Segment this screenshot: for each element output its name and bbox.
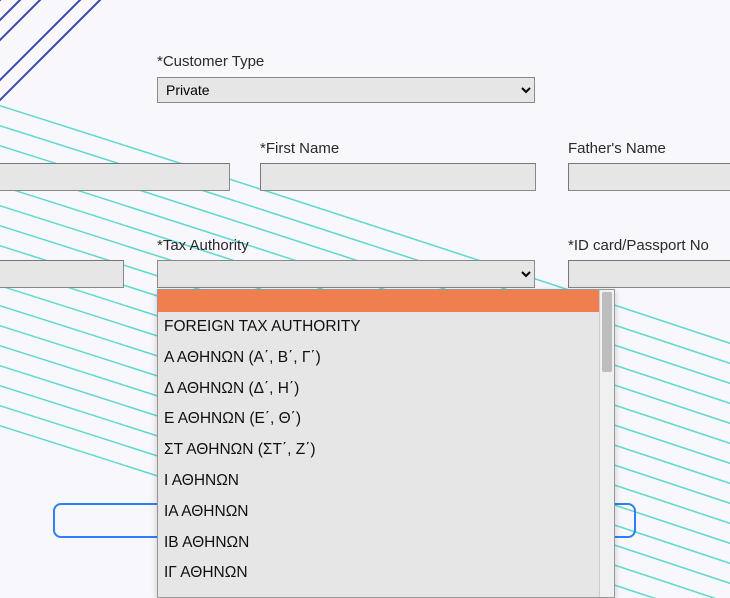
tax-authority-option[interactable]: ΙΑ ΑΘΗΝΩΝ: [158, 497, 614, 528]
fathers-name-input[interactable]: [568, 163, 730, 191]
id-passport-input[interactable]: [568, 260, 730, 288]
tax-authority-select[interactable]: [157, 260, 535, 288]
tax-authority-option[interactable]: Ι ΑΘΗΝΩΝ: [158, 466, 614, 497]
last-name-input[interactable]: [0, 163, 230, 191]
tax-authority-label: *Tax Authority: [157, 237, 249, 254]
tax-authority-option[interactable]: ΙΔ ΑΘΗΝΩΝ: [158, 589, 614, 597]
tax-authority-option-blank[interactable]: [158, 290, 614, 312]
fathers-name-label: Father's Name: [568, 140, 666, 157]
customer-type-select[interactable]: Private: [157, 77, 535, 103]
dropdown-scrollbar-thumb[interactable]: [602, 292, 612, 372]
first-name-input[interactable]: [260, 163, 536, 191]
tax-authority-option[interactable]: Δ ΑΘΗΝΩΝ (Δ΄, Η΄): [158, 374, 614, 405]
customer-type-label: *Customer Type: [157, 53, 264, 70]
id-passport-label: *ID card/Passport No: [568, 237, 709, 254]
first-name-label: *First Name: [260, 140, 339, 157]
tax-authority-dropdown-list[interactable]: FOREIGN TAX AUTHORITYΑ ΑΘΗΝΩΝ (Α΄, Β΄, Γ…: [157, 289, 615, 598]
tax-id-input[interactable]: [0, 260, 124, 288]
tax-authority-option[interactable]: ΙΒ ΑΘΗΝΩΝ: [158, 528, 614, 559]
dropdown-scrollbar[interactable]: [599, 290, 614, 597]
tax-authority-option[interactable]: ΙΓ ΑΘΗΝΩΝ: [158, 558, 614, 589]
tax-authority-option[interactable]: Α ΑΘΗΝΩΝ (Α΄, Β΄, Γ΄): [158, 343, 614, 374]
tax-authority-option[interactable]: ΣΤ ΑΘΗΝΩΝ (ΣΤ΄, Ζ΄): [158, 435, 614, 466]
tax-authority-option[interactable]: FOREIGN TAX AUTHORITY: [158, 312, 614, 343]
tax-authority-option[interactable]: Ε ΑΘΗΝΩΝ (Ε΄, Θ΄): [158, 404, 614, 435]
